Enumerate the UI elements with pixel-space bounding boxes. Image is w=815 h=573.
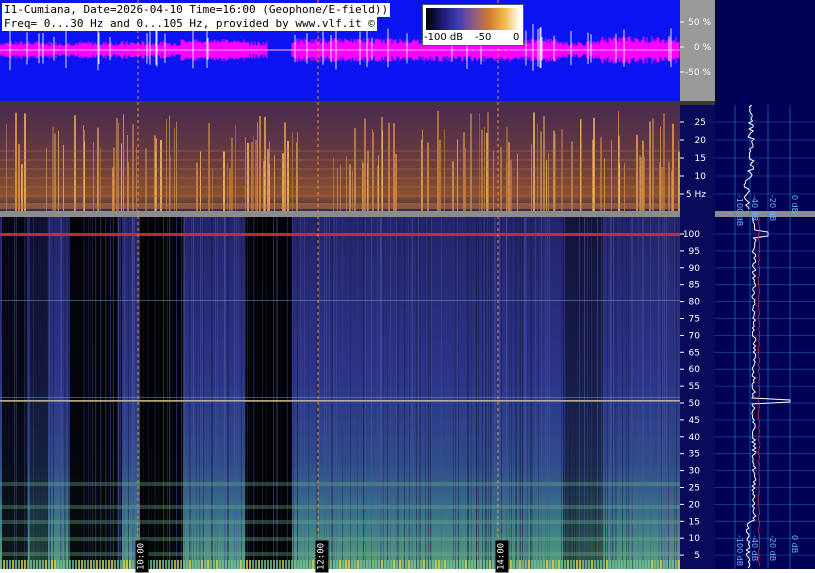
time-marker-label: 14:00 xyxy=(495,540,509,573)
profile-top-db-label: -100 dB xyxy=(735,195,744,226)
lower-axis-label: 25 xyxy=(689,484,700,494)
profile-bottom-db-label: -40 dB xyxy=(750,535,759,561)
lower-axis-label: 50 xyxy=(689,399,701,409)
lower-axis-label: 65 xyxy=(689,348,700,358)
colorbar-label-min: -100 dB xyxy=(424,32,464,43)
waveform-axis-label: 50 % xyxy=(688,18,711,28)
colorbar-label-mid: -50 xyxy=(475,32,492,43)
lower-axis-label: 10 xyxy=(689,534,701,544)
lower-axis-label: 30 xyxy=(689,467,701,477)
header-frequency-info: Freq= 0...30 Hz and 0...105 Hz, provided… xyxy=(2,17,377,31)
upper-spectrogram xyxy=(0,105,680,211)
lower-spectrogram xyxy=(0,217,680,569)
lower-axis-label: 55 xyxy=(689,382,700,392)
upper-axis-label: 5 Hz xyxy=(686,190,706,200)
upper-axis-label: 10 xyxy=(695,172,707,182)
lower-axis-label: 80 xyxy=(689,298,701,308)
lower-axis-label: 40 xyxy=(689,433,701,443)
header-title: I1-Cumiana, Date=2026-04-10 Time=16:00 (… xyxy=(2,3,391,17)
lower-axis-label: 45 xyxy=(689,416,700,426)
colorbar-gradient xyxy=(426,8,520,30)
waveform-axis-label: -50 % xyxy=(685,68,712,78)
lower-axis-label: 75 xyxy=(689,315,700,325)
time-marker-label: 12:00 xyxy=(315,540,329,573)
waveform-axis-label: 0 % xyxy=(694,43,712,53)
profile-top-db-label: -40 dB xyxy=(750,195,759,221)
lower-axis-label: 15 xyxy=(689,517,700,527)
upper-axis-label: 15 xyxy=(695,154,706,164)
profile-bottom-db-label: -100 dB xyxy=(735,535,744,566)
lower-axis-label: 100 xyxy=(683,230,700,240)
lower-axis-label: 90 xyxy=(689,264,701,274)
colorbar: -100 dB -50 0 xyxy=(422,4,524,46)
time-marker-label: 10:00 xyxy=(135,540,149,573)
lower-axis-label: 60 xyxy=(689,365,701,375)
profile-bottom-db-label: -20 dB xyxy=(768,535,777,561)
profile-top-db-label: -20 dB xyxy=(768,195,777,221)
spectrogram-figure: -100 dB -40 dB -20 dB 0 dB -100 dB -40 dB -20 … xyxy=(0,0,815,569)
lower-axis-label: 70 xyxy=(689,331,701,341)
lower-axis-label: 95 xyxy=(689,247,700,257)
lower-axis-label: 85 xyxy=(689,281,700,291)
lower-axis-label: 35 xyxy=(689,450,700,460)
profile-top-db-label: 0 dB xyxy=(790,195,799,213)
upper-axis-label: 25 xyxy=(695,118,706,128)
upper-axis-label: 20 xyxy=(695,136,707,146)
lower-axis-label: 5 xyxy=(694,551,700,561)
profile-bottom-db-label: 0 dB xyxy=(790,535,799,553)
vlf-monitor-display: -100 dB -40 dB -20 dB 0 dB -100 dB -40 dB -20 … xyxy=(0,0,815,573)
colorbar-label-max: 0 xyxy=(513,32,520,43)
spectrum-profile-panel: -100 dB -40 dB -20 dB 0 dB -100 dB -40 dB -20 … xyxy=(715,0,815,569)
lower-axis-label: 20 xyxy=(689,500,701,510)
